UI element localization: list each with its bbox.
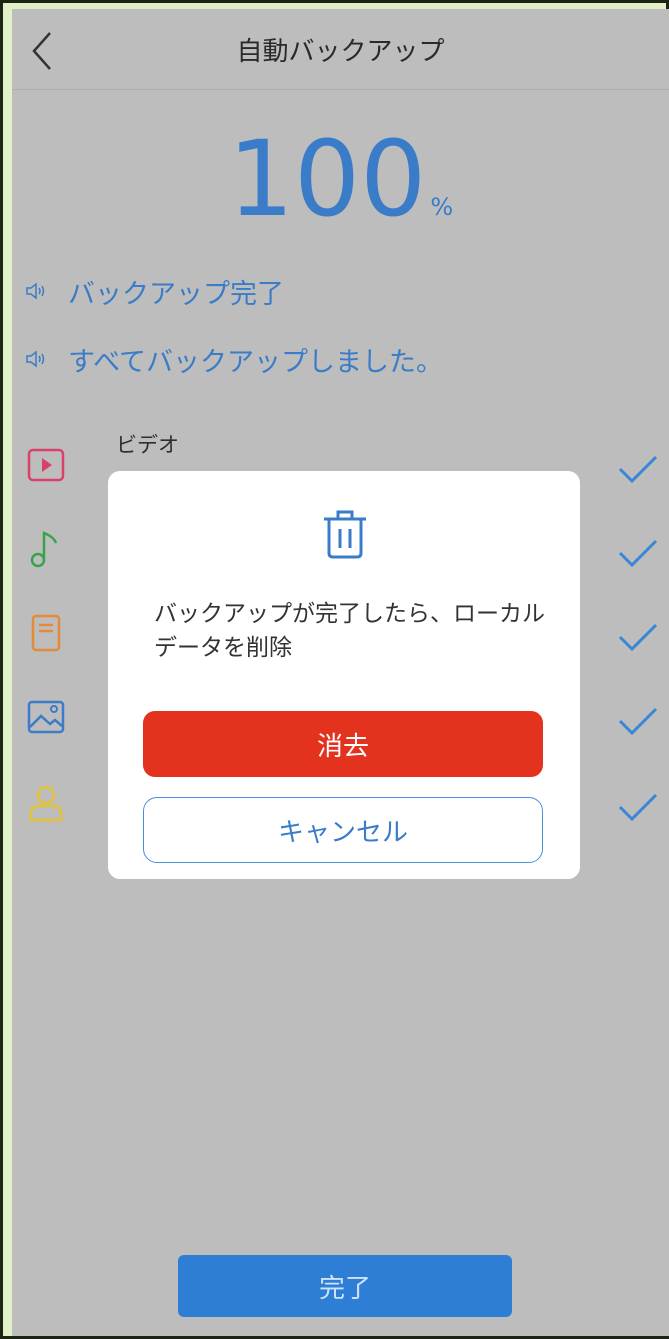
progress-unit: % [430,193,454,221]
speaker-icon [26,350,45,368]
delete-button[interactable]: 消去 [143,711,543,777]
document-icon [31,614,61,652]
status-text: バックアップ完了 [68,278,284,310]
video-icon [27,448,65,482]
delete-local-data-dialog: バックアップが完了したら、ローカルデータを削除 消去 キャンセル [108,471,580,879]
cancel-button[interactable]: キャンセル [143,797,543,863]
music-icon [30,531,58,568]
check-icon [618,455,658,484]
dialog-message: バックアップが完了したら、ローカルデータを削除 [154,601,545,661]
photo-icon [27,700,65,734]
category-label-video: ビデオ [116,433,179,457]
contact-icon [29,785,63,822]
status-text: すべてバックアップしました。 [68,346,444,378]
trash-icon [324,510,366,559]
page-title: 自動バックアップ [236,37,445,67]
status-line-all-backed-up: すべてバックアップしました。 [24,339,443,379]
check-icon [618,539,658,568]
progress-percentage: 100% [12,127,669,231]
check-icon [618,793,658,822]
speaker-icon [26,282,45,300]
status-line-complete: バックアップ完了 [24,271,284,311]
app-screen: 自動バックアップ 100% バックアップ完了 すべてバックアップしました。 ビデ… [12,9,669,1336]
progress-value: 100 [227,118,427,240]
done-button[interactable]: 完了 [178,1255,512,1317]
check-icon [618,707,658,736]
header-bar: 自動バックアップ [12,9,669,90]
screenshot-frame: 自動バックアップ 100% バックアップ完了 すべてバックアップしました。 ビデ… [0,0,669,1339]
check-icon [618,623,658,652]
